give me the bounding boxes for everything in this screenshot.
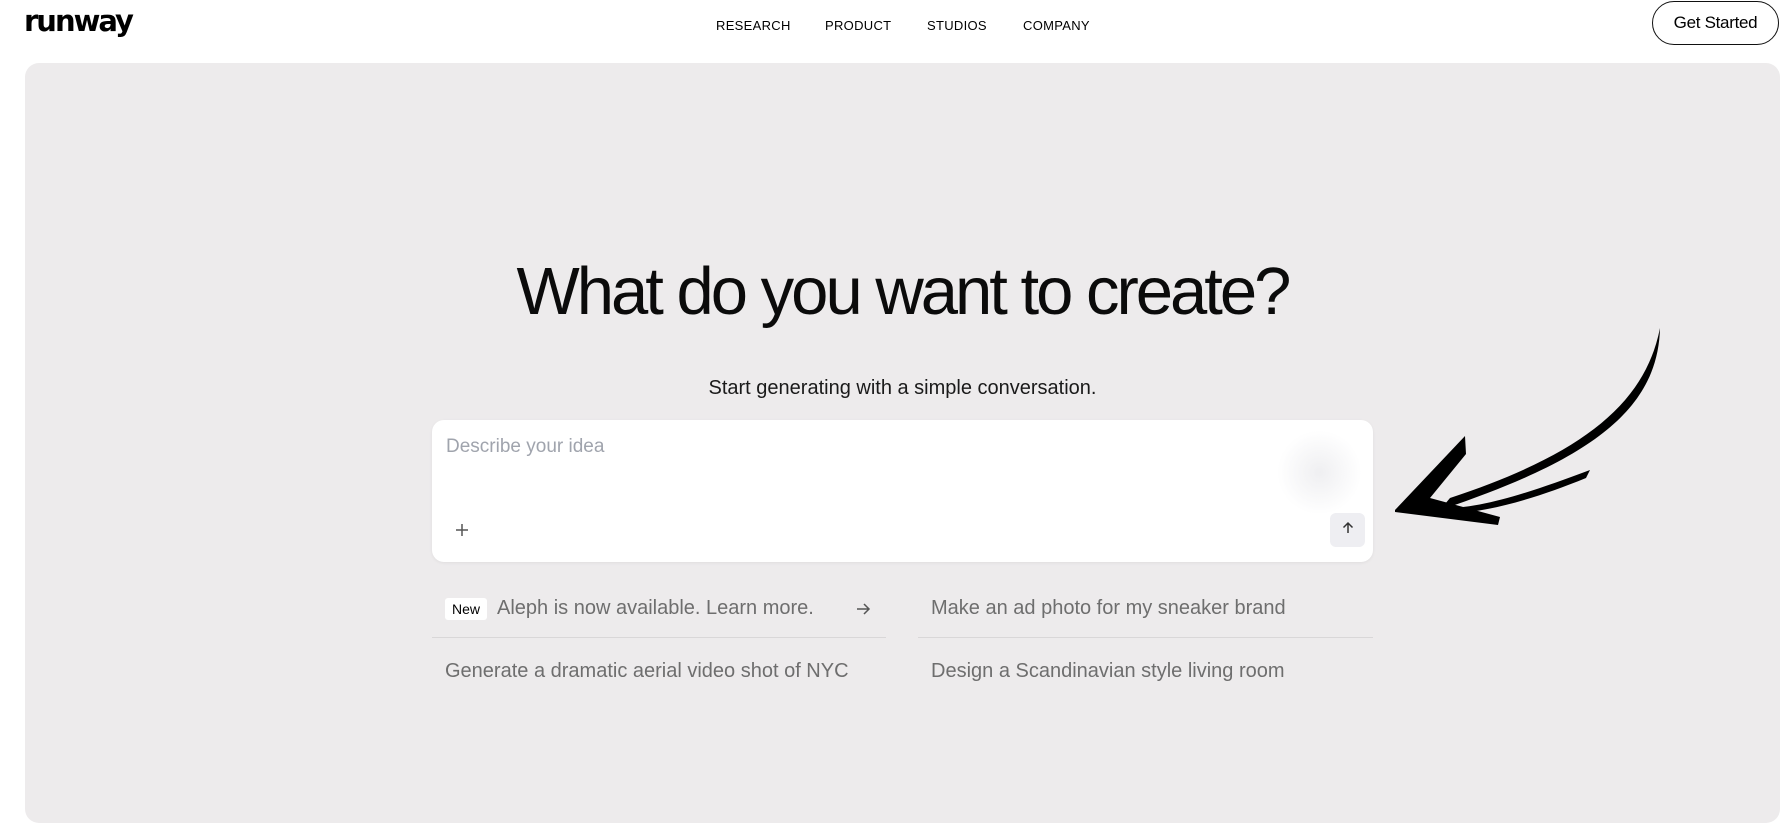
prompt-composer: [432, 420, 1373, 562]
runway-logo[interactable]: runway: [24, 4, 134, 38]
nav-research[interactable]: RESEARCH: [716, 18, 791, 33]
get-started-button[interactable]: Get Started: [1652, 1, 1779, 45]
suggestion-text: Generate a dramatic aerial video shot of…: [445, 659, 849, 682]
new-badge: New: [445, 597, 488, 620]
hero-headline: What do you want to create?: [516, 254, 1292, 329]
suggestion-item[interactable]: Design a Scandinavian style living room: [918, 642, 1373, 700]
plus-icon[interactable]: [452, 520, 472, 540]
curved-arrow-icon: [1395, 328, 1660, 525]
nav-company[interactable]: COMPANY: [1023, 18, 1090, 33]
suggestion-item[interactable]: Generate a dramatic aerial video shot of…: [432, 642, 886, 700]
send-button[interactable]: [1330, 513, 1365, 547]
nav-studios[interactable]: STUDIOS: [927, 18, 987, 33]
suggestion-text: Make an ad photo for my sneaker brand: [931, 597, 1286, 619]
suggestion-item[interactable]: Make an ad photo for my sneaker brand: [918, 580, 1373, 638]
suggestion-text: Design a Scandinavian style living room: [931, 659, 1285, 682]
suggestion-aleph[interactable]: New Aleph is now available. Learn more.: [432, 580, 886, 638]
top-navigation-bar: runway RESEARCH PRODUCT STUDIOS COMPANY …: [0, 0, 1792, 62]
prompt-input[interactable]: [446, 436, 1326, 458]
nav-product[interactable]: PRODUCT: [825, 18, 891, 33]
suggestion-text: Aleph is now available. Learn more.: [497, 597, 814, 619]
arrow-right-icon: [854, 600, 872, 618]
arrow-up-icon: [1340, 520, 1356, 541]
